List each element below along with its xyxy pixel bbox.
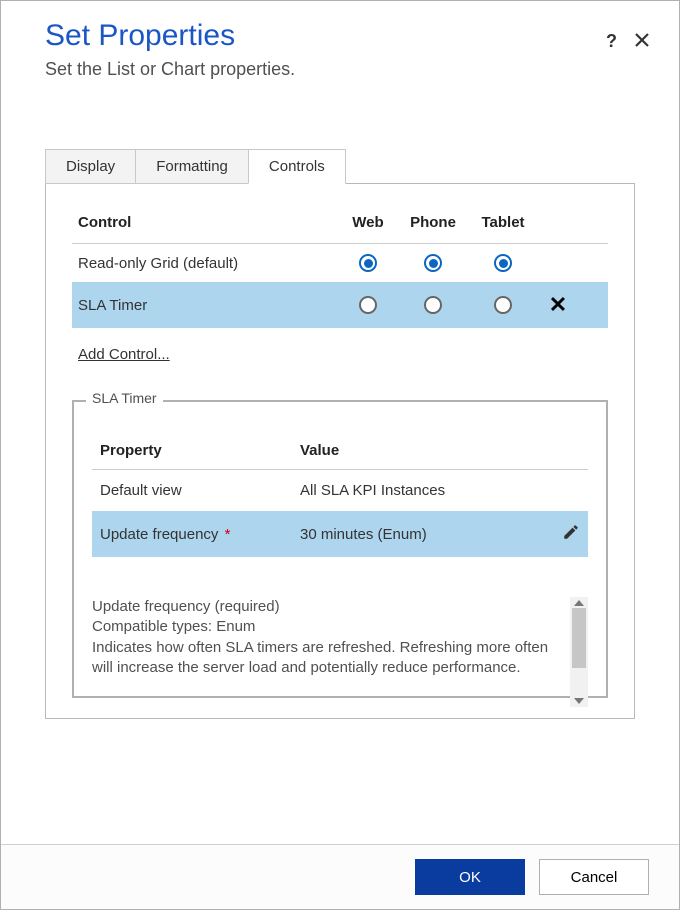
control-name: Read-only Grid (default) — [78, 255, 338, 272]
tab-bar: Display Formatting Controls — [45, 148, 635, 184]
required-asterisk: * — [220, 526, 230, 543]
web-radio[interactable] — [359, 254, 377, 272]
property-value: 30 minutes (Enum) — [300, 526, 540, 543]
tablet-radio[interactable] — [494, 296, 512, 314]
property-table-header: Property Value — [92, 442, 588, 470]
dialog-header: Set Properties Set the List or Chart pro… — [1, 1, 679, 88]
remove-control-icon[interactable]: ✕ — [538, 292, 578, 318]
tab-display[interactable]: Display — [45, 149, 136, 184]
scroll-thumb[interactable] — [572, 608, 586, 668]
dialog-footer: OK Cancel — [1, 844, 679, 909]
property-row-default-view[interactable]: Default view All SLA KPI Instances — [92, 470, 588, 511]
control-table-header: Control Web Phone Tablet — [72, 214, 608, 244]
help-icon[interactable]: ? — [606, 31, 617, 52]
close-icon[interactable] — [635, 31, 649, 52]
property-row-update-frequency[interactable]: Update frequency * 30 minutes (Enum) — [92, 511, 588, 557]
add-control-link[interactable]: Add Control... — [78, 346, 170, 363]
col-control: Control — [78, 214, 338, 231]
web-radio[interactable] — [359, 296, 377, 314]
header-controls: ? — [606, 31, 649, 52]
tablet-radio[interactable] — [494, 254, 512, 272]
phone-radio[interactable] — [424, 254, 442, 272]
controls-tab-content: Control Web Phone Tablet Read-only Grid … — [45, 184, 635, 719]
col-tablet: Tablet — [468, 214, 538, 231]
control-row-readonly-grid[interactable]: Read-only Grid (default) — [72, 244, 608, 282]
cancel-button[interactable]: Cancel — [539, 859, 649, 895]
set-properties-dialog: Set Properties Set the List or Chart pro… — [0, 0, 680, 910]
tab-formatting[interactable]: Formatting — [135, 149, 249, 184]
ok-button[interactable]: OK — [415, 859, 525, 895]
sla-timer-fieldset: SLA Timer Property Value Default view Al… — [72, 400, 608, 698]
edit-icon[interactable] — [540, 523, 580, 545]
col-phone: Phone — [398, 214, 468, 231]
col-web: Web — [338, 214, 398, 231]
desc-body: Indicates how often SLA timers are refre… — [92, 638, 566, 679]
desc-line1: Update frequency (required) — [92, 597, 566, 617]
dialog-content: Display Formatting Controls Control Web … — [1, 88, 679, 844]
property-name: Update frequency * — [100, 526, 300, 543]
control-name: SLA Timer — [78, 297, 338, 314]
dialog-title: Set Properties — [45, 19, 635, 53]
tab-controls[interactable]: Controls — [248, 149, 346, 184]
property-value: All SLA KPI Instances — [300, 482, 540, 499]
property-description: Update frequency (required) Compatible t… — [92, 597, 588, 678]
phone-radio[interactable] — [424, 296, 442, 314]
scroll-up-icon[interactable] — [574, 600, 584, 606]
col-value: Value — [300, 442, 580, 459]
scrollbar[interactable] — [570, 597, 588, 707]
dialog-subtitle: Set the List or Chart properties. — [45, 59, 635, 80]
control-row-sla-timer[interactable]: SLA Timer ✕ — [72, 282, 608, 328]
scroll-down-icon[interactable] — [574, 698, 584, 704]
col-property: Property — [100, 442, 300, 459]
property-name: Default view — [100, 482, 300, 499]
desc-line2: Compatible types: Enum — [92, 617, 566, 637]
fieldset-legend: SLA Timer — [86, 390, 163, 406]
